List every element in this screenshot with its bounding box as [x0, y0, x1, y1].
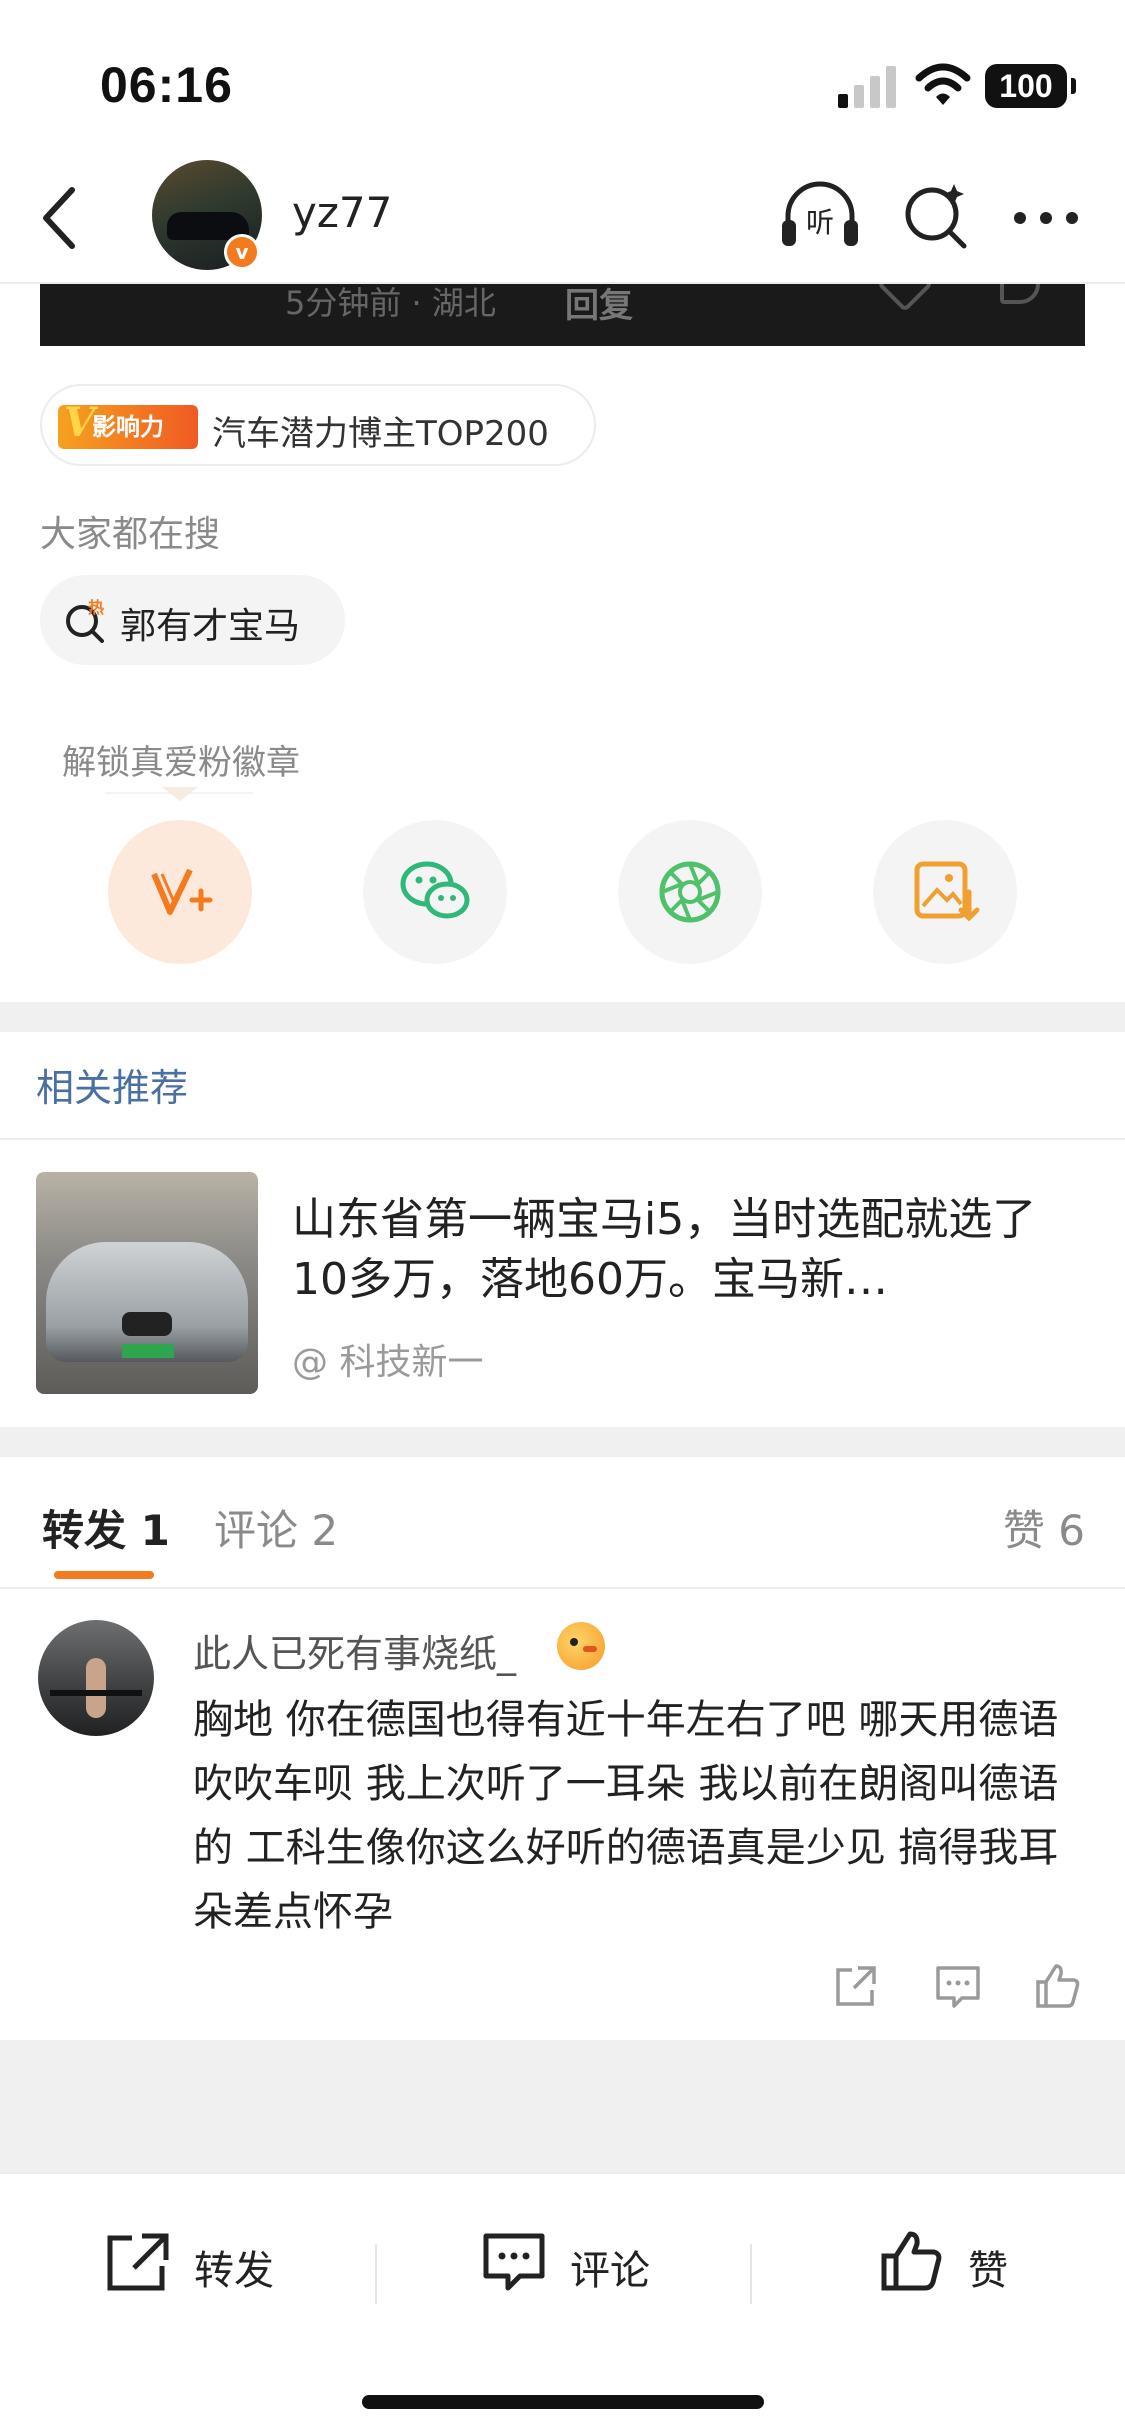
post-media-strip: 5分钟前 · 湖北 回复: [40, 284, 1085, 346]
wechat-share-button[interactable]: [363, 820, 507, 964]
post-meta: 5分钟前 · 湖北: [285, 284, 496, 322]
related-item-author[interactable]: @ 科技新一: [292, 1333, 483, 1385]
battery-indicator: 100: [985, 64, 1076, 108]
bottom-repost-button[interactable]: 转发: [104, 2222, 304, 2302]
like-outline-icon[interactable]: [876, 284, 934, 313]
hot-search-chip[interactable]: 热 郭有才宝马: [40, 575, 345, 665]
hot-search-icon: 热: [66, 598, 104, 643]
status-time: 06:16: [100, 57, 233, 113]
leaf-icon[interactable]: [1000, 284, 1040, 304]
like-icon[interactable]: [1032, 1960, 1084, 2012]
influence-tag-label: 影响力: [92, 413, 164, 441]
influence-tag: V 影响力: [58, 401, 198, 449]
v-mark-icon: V: [64, 399, 96, 446]
tab-comment[interactable]: 评论 2: [214, 1497, 338, 1558]
repost-actions: [0, 1960, 1125, 2020]
unlock-fan-badge-label: 解锁真爱粉徽章: [62, 743, 300, 783]
back-icon[interactable]: [30, 178, 90, 258]
save-image-button[interactable]: [873, 820, 1017, 964]
bottom-comment-label: 评论: [570, 2248, 650, 2294]
influence-badge-text: 汽车潜力博主TOP200: [212, 414, 549, 454]
listen-icon[interactable]: 听: [778, 180, 862, 252]
author-avatar[interactable]: v: [152, 160, 262, 270]
like-icon: [881, 2231, 942, 2291]
bottom-separator: [750, 2244, 752, 2304]
related-thumbnail[interactable]: [36, 1172, 258, 1394]
section-gap: [0, 1427, 1125, 1457]
moments-icon: [659, 861, 721, 923]
tab-like[interactable]: 赞 6: [1003, 1497, 1085, 1558]
repost-username[interactable]: 此人已死有事烧纸_: [193, 1623, 516, 1678]
related-recommend-title: 相关推荐: [36, 1066, 189, 1110]
status-bar: 06:16 100: [0, 0, 1125, 150]
moments-share-button[interactable]: [618, 820, 762, 964]
hot-tag: 热: [88, 598, 104, 617]
wechat-icon: [400, 861, 470, 919]
influence-badge[interactable]: V 影响力 汽车潜力博主TOP200: [40, 384, 596, 466]
home-indicator: [362, 2395, 764, 2409]
reply-button[interactable]: 回复: [565, 284, 633, 327]
user-badge-icon: [557, 1622, 605, 1670]
tab-repost[interactable]: 转发 1: [42, 1497, 170, 1558]
forward-icon[interactable]: [830, 1960, 882, 2012]
related-item-title[interactable]: 山东省第一辆宝马i5，当时选配就选了10多万，落地60万。宝马新…: [292, 1190, 1092, 1310]
wifi-icon: [915, 63, 971, 105]
unlock-pointer: [162, 787, 198, 801]
bottom-separator: [375, 2244, 377, 2304]
verified-badge-icon: v: [224, 234, 260, 270]
save-image-icon: [914, 861, 980, 922]
section-gap: [0, 2040, 1125, 2172]
comment-icon[interactable]: [932, 1960, 984, 2012]
more-icon[interactable]: [1010, 208, 1082, 228]
section-gap: [0, 1002, 1125, 1032]
cellular-signal-icon: [838, 66, 896, 108]
bottom-like-button[interactable]: 赞: [878, 2222, 1038, 2302]
vplus-icon: [151, 868, 213, 915]
trending-search-header: 大家都在搜: [40, 514, 221, 555]
forward-icon: [107, 2233, 169, 2291]
navbar: v yz77 听: [0, 150, 1125, 285]
bottom-repost-label: 转发: [194, 2248, 274, 2294]
hot-search-label: 郭有才宝马: [120, 606, 301, 647]
bottom-comment-button[interactable]: 评论: [480, 2222, 680, 2302]
comment-icon: [483, 2233, 545, 2291]
bottom-like-label: 赞: [968, 2248, 1008, 2294]
listen-label: 听: [806, 206, 834, 239]
interaction-tabs: 转发 1 评论 2 赞 6: [0, 1457, 1125, 1587]
repost-user-avatar[interactable]: [38, 1620, 154, 1736]
vplus-button[interactable]: [108, 820, 252, 964]
author-username[interactable]: yz77: [292, 188, 392, 237]
repost-text: 胸地 你在德国也得有近十年左右了吧 哪天用德语吹吹车呗 我上次听了一耳朵 我以前…: [193, 1697, 1059, 1935]
tabs-divider: [0, 1587, 1125, 1589]
related-divider: [0, 1138, 1125, 1140]
search-icon[interactable]: [900, 178, 972, 250]
active-tab-indicator: [54, 1571, 154, 1579]
